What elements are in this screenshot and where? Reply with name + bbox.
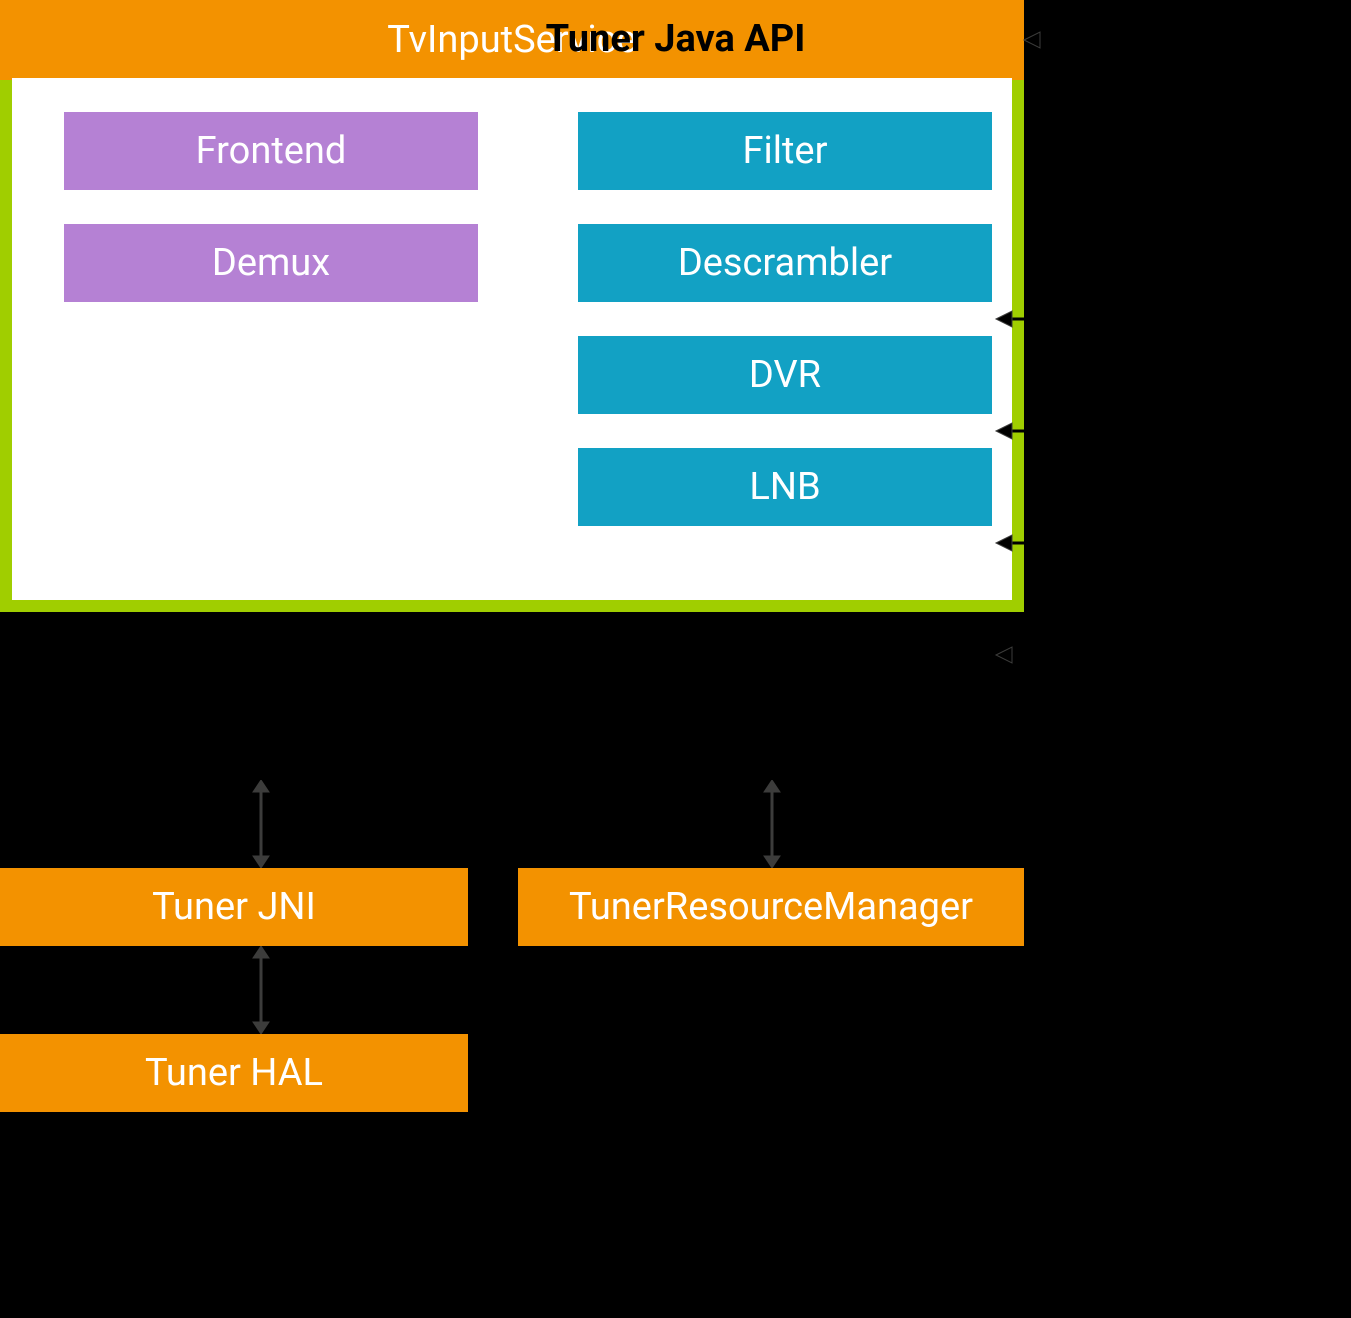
arrow-api-to-jni [249, 780, 273, 868]
tuner-resource-manager-label: TunerResourceManager [569, 885, 973, 929]
dvr-label: DVR [749, 353, 821, 397]
tuner-hal-label: Tuner HAL [145, 1051, 323, 1095]
frontend-box: Frontend [64, 112, 478, 190]
filter-label: Filter [743, 129, 828, 173]
demux-label: Demux [212, 241, 330, 285]
tuner-java-api-container: Tuner Java API Frontend Demux Filter Des… [0, 0, 1024, 612]
tuner-hal-box: Tuner HAL [0, 1034, 468, 1112]
right-side-connector [992, 30, 1342, 730]
tuner-jni-box: Tuner JNI [0, 868, 468, 946]
descrambler-box: Descrambler [578, 224, 992, 302]
filter-box: Filter [578, 112, 992, 190]
arrow-api-to-resource-mgr [760, 780, 784, 868]
frontend-label: Frontend [196, 129, 347, 173]
lnb-label: LNB [749, 465, 820, 509]
dvr-box: DVR [578, 336, 992, 414]
descrambler-label: Descrambler [678, 241, 892, 285]
lnb-box: LNB [578, 448, 992, 526]
arrow-jni-to-hal [249, 946, 273, 1034]
tuner-resource-manager-box: TunerResourceManager [518, 868, 1024, 946]
tuner-java-api-label: Tuner Java API [546, 17, 806, 61]
tuner-java-api-panel: Frontend Demux Filter Descrambler DVR LN… [12, 78, 1012, 600]
demux-box: Demux [64, 224, 478, 302]
tuner-jni-label: Tuner JNI [152, 885, 316, 929]
